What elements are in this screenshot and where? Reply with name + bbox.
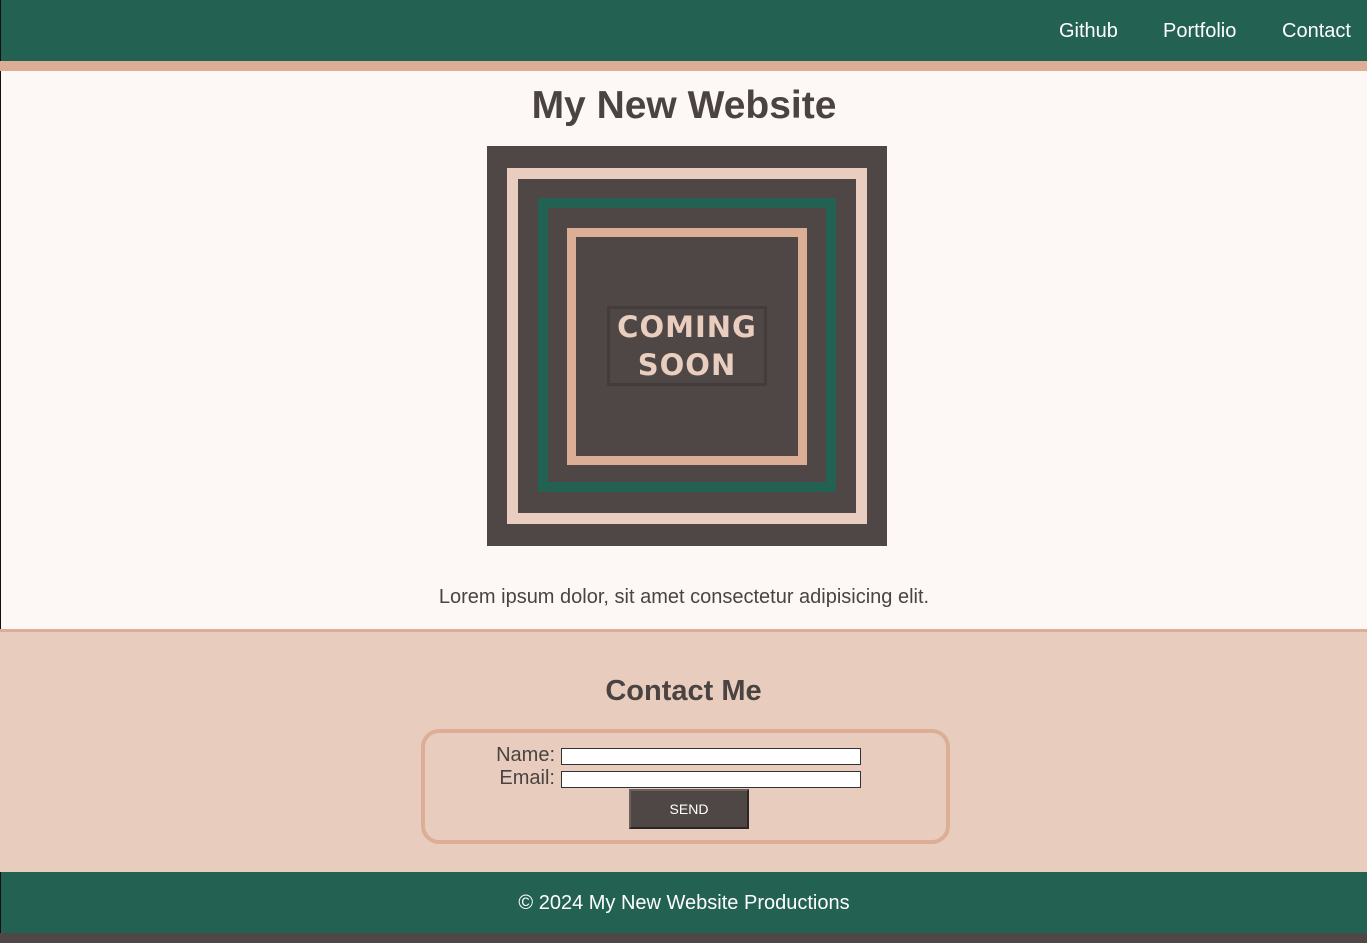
coming-soon-text: COMING SOON xyxy=(617,308,757,384)
page-title: My New Website xyxy=(531,84,837,127)
bottom-bar xyxy=(0,933,1367,943)
contact-title: Contact Me xyxy=(605,675,762,707)
coming-soon-image: COMING SOON xyxy=(487,146,887,546)
nav-link-github[interactable]: Github xyxy=(1059,19,1118,43)
footer: © 2024 My New Website Productions xyxy=(0,872,1367,933)
footer-copyright: © 2024 My New Website Productions xyxy=(518,892,850,914)
nav-link-portfolio[interactable]: Portfolio xyxy=(1163,19,1236,43)
nav-accent-stripe xyxy=(0,61,1367,71)
description-text: Lorem ipsum dolor, sit amet consectetur … xyxy=(438,586,930,608)
name-label: Name: xyxy=(496,744,555,766)
name-field[interactable] xyxy=(561,748,861,765)
top-navbar: Github Portfolio Contact xyxy=(0,0,1367,61)
coming-soon-line1: COMING xyxy=(617,310,757,344)
email-field[interactable] xyxy=(561,771,861,788)
main-section: My New Website COMING SOON Lorem ipsum d… xyxy=(0,71,1367,629)
nav-link-contact[interactable]: Contact xyxy=(1282,19,1351,43)
coming-soon-line2: SOON xyxy=(637,348,737,382)
contact-form: Name: Email: Send xyxy=(421,729,950,844)
contact-section: Contact Me Name: Email: Send xyxy=(0,629,1367,872)
coming-soon-box: COMING SOON xyxy=(607,306,767,386)
send-button[interactable]: Send xyxy=(629,789,749,829)
email-label: Email: xyxy=(499,767,555,789)
